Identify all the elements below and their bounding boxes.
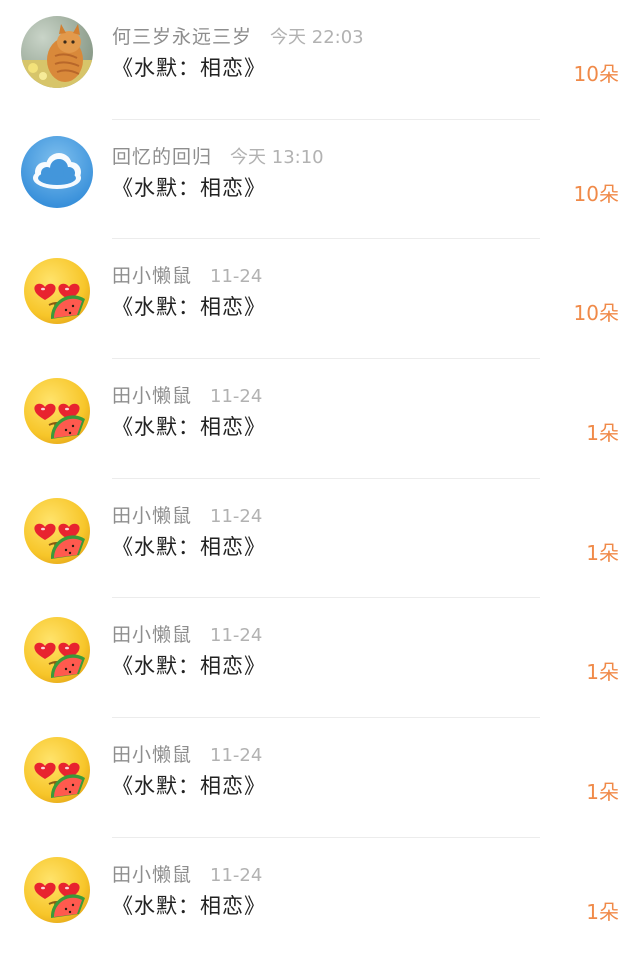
avatar[interactable]	[21, 375, 93, 448]
username[interactable]: 田小懒鼠	[112, 620, 192, 647]
item-meta: 田小懒鼠 11-24	[112, 620, 262, 646]
username[interactable]: 田小懒鼠	[112, 381, 192, 408]
username[interactable]: 田小懒鼠	[112, 501, 192, 528]
list-item[interactable]: 田小懒鼠 11-24 《水默：相恋》 1朵	[0, 479, 640, 599]
timestamp: 11-24	[210, 505, 263, 527]
timestamp: 11-24	[210, 386, 263, 408]
song-title[interactable]: 《水默：相恋》	[112, 291, 266, 321]
timestamp: 11-24	[210, 625, 263, 647]
song-title[interactable]: 《水默：相恋》	[112, 531, 266, 561]
flower-count: 1朵	[586, 899, 619, 924]
timestamp: 11-24	[210, 745, 263, 767]
item-meta: 田小懒鼠 11-24	[112, 860, 262, 886]
username[interactable]: 回忆的回归	[112, 142, 212, 169]
gift-list: 何三岁永远三岁 今天 22:03 《水默：相恋》 10朵 回忆的回归 今天 13…	[0, 0, 640, 958]
avatar[interactable]	[21, 614, 93, 687]
avatar[interactable]	[21, 494, 93, 567]
timestamp: 11-24	[210, 864, 263, 886]
item-meta: 回忆的回归 今天 13:10	[112, 142, 324, 168]
item-meta: 何三岁永远三岁 今天 22:03	[112, 22, 364, 48]
heart-eyes-emoji-avatar	[21, 494, 93, 567]
list-item[interactable]: 何三岁永远三岁 今天 22:03 《水默：相恋》 10朵	[0, 0, 640, 120]
song-title[interactable]: 《水默：相恋》	[112, 770, 266, 800]
song-title[interactable]: 《水默：相恋》	[112, 890, 266, 920]
flower-count: 1朵	[586, 780, 619, 805]
list-item[interactable]: 田小懒鼠 11-24 《水默：相恋》 1朵	[0, 598, 640, 719]
list-item[interactable]: 田小懒鼠 11-24 《水默：相恋》 1朵	[0, 359, 640, 479]
flower-count: 1朵	[586, 660, 619, 685]
cloud-avatar	[21, 135, 93, 208]
flower-count: 10朵	[573, 62, 619, 86]
heart-eyes-emoji-avatar	[21, 255, 93, 328]
flower-count: 10朵	[573, 181, 619, 206]
avatar[interactable]	[21, 255, 93, 328]
timestamp: 11-24	[210, 266, 263, 288]
song-title[interactable]: 《水默：相恋》	[112, 172, 266, 202]
item-meta: 田小懒鼠 11-24	[112, 261, 262, 287]
timestamp: 今天 13:10	[230, 146, 324, 168]
list-item[interactable]: 回忆的回归 今天 13:10 《水默：相恋》 10朵	[0, 120, 640, 240]
username[interactable]: 何三岁永远三岁	[112, 22, 252, 49]
username[interactable]: 田小懒鼠	[112, 740, 192, 767]
flower-count: 1朵	[586, 421, 619, 446]
list-item[interactable]: 田小懒鼠 11-24 《水默：相恋》 1朵	[0, 838, 640, 958]
item-meta: 田小懒鼠 11-24	[112, 381, 262, 407]
heart-eyes-emoji-avatar	[21, 734, 93, 807]
list-item[interactable]: 田小懒鼠 11-24 《水默：相恋》 10朵	[0, 239, 640, 360]
song-title[interactable]: 《水默：相恋》	[112, 411, 266, 441]
item-meta: 田小懒鼠 11-24	[112, 740, 262, 766]
heart-eyes-emoji-avatar	[21, 375, 93, 448]
cat-photo-avatar	[21, 16, 93, 88]
username[interactable]: 田小懒鼠	[112, 261, 192, 288]
song-title[interactable]: 《水默：相恋》	[112, 650, 266, 680]
heart-eyes-emoji-avatar	[21, 614, 93, 687]
list-item[interactable]: 田小懒鼠 11-24 《水默：相恋》 1朵	[0, 718, 640, 838]
avatar[interactable]	[21, 16, 93, 88]
avatar[interactable]	[21, 853, 93, 926]
avatar[interactable]	[21, 135, 93, 208]
song-title[interactable]: 《水默：相恋》	[112, 52, 266, 82]
avatar[interactable]	[21, 734, 93, 807]
heart-eyes-emoji-avatar	[21, 853, 93, 926]
timestamp: 今天 22:03	[270, 27, 364, 48]
username[interactable]: 田小懒鼠	[112, 860, 192, 887]
flower-count: 1朵	[586, 540, 619, 565]
item-meta: 田小懒鼠 11-24	[112, 501, 262, 527]
flower-count: 10朵	[573, 301, 619, 326]
